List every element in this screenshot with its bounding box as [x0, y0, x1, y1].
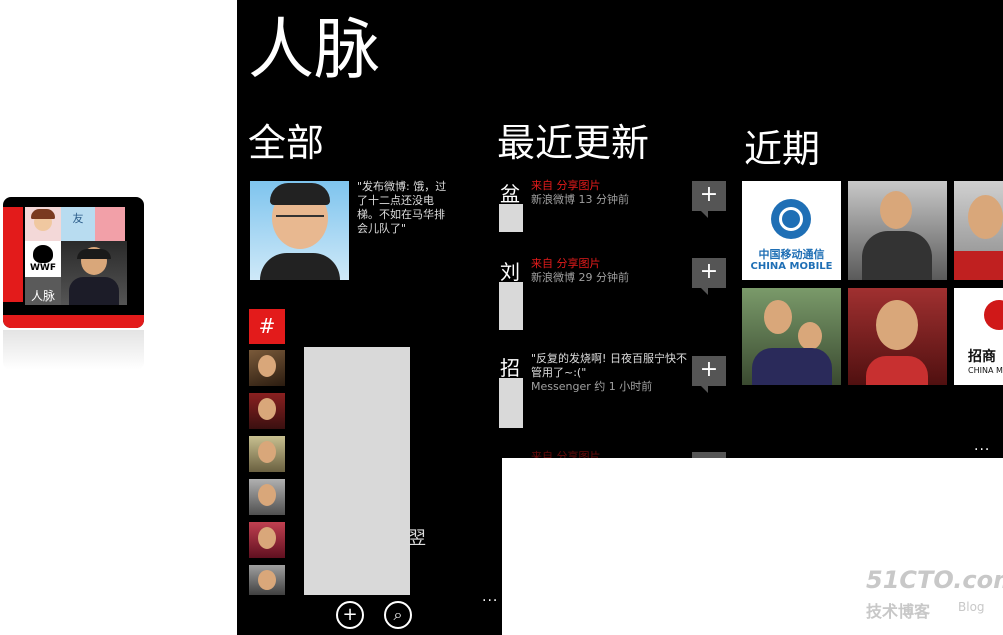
- pivot-all-heading[interactable]: 全部: [248, 112, 324, 167]
- wwf-logo: WWF: [25, 241, 61, 277]
- hub-title: 人脉: [248, 11, 380, 88]
- tile-red-bar-left: [3, 207, 23, 302]
- recent-item-photo: [499, 378, 523, 428]
- recent-item-photo: [499, 204, 523, 232]
- pivot-recent-heading[interactable]: 最近更新: [497, 112, 649, 167]
- tile-pink-avatar: [95, 207, 125, 241]
- add-contact-button[interactable]: +: [336, 601, 364, 629]
- recent-item-initial: 刘: [500, 260, 520, 284]
- watermark-sub: 技术博客: [866, 602, 931, 621]
- featured-contact-photo[interactable]: [250, 181, 349, 280]
- redacted-contact-names: [304, 347, 410, 595]
- tile-reflection: [3, 330, 144, 370]
- near-contact-photo[interactable]: [848, 181, 947, 280]
- china-mobile-logo-icon: [771, 199, 811, 239]
- featured-contact-status: "发布微博: 饿，过了十二点还没电梯。不如在马华排会儿队了": [357, 180, 447, 235]
- contact-avatar[interactable]: [249, 565, 285, 595]
- contact-avatar[interactable]: [249, 436, 285, 472]
- app-bar-more-icon[interactable]: ...: [974, 438, 990, 454]
- near-contact-photo[interactable]: [954, 181, 1003, 280]
- cmb-logo-icon: [984, 300, 1003, 330]
- pivot-near-heading[interactable]: 近期: [744, 118, 820, 173]
- tile-cartoon-avatar: [25, 207, 61, 241]
- recent-item-photo: [499, 282, 523, 330]
- watermark-blog: Blog: [958, 600, 985, 614]
- add-comment-button[interactable]: +: [692, 181, 726, 218]
- tile-label: 人脉: [31, 289, 56, 303]
- tile-main-photo: [61, 241, 127, 305]
- recent-item-initial: 盆: [500, 182, 520, 206]
- recent-item-source: 新浪微博 13 分钟前: [531, 193, 629, 206]
- contact-avatar[interactable]: [249, 350, 285, 386]
- add-comment-button[interactable]: +: [692, 356, 726, 393]
- recent-item-action-faded: 来自 分享图片: [531, 450, 601, 458]
- tile-friend-badge: 友: [61, 207, 95, 241]
- tile-red-bar-bottom: [3, 315, 144, 328]
- watermark-site: 51CTO.com: [866, 566, 1003, 594]
- app-bar-more-icon[interactable]: ...: [482, 589, 498, 605]
- recent-item-status: "反复的发烧啊! 日夜百服宁快不管用了~:(": [531, 352, 687, 379]
- contact-avatar[interactable]: [249, 522, 285, 558]
- index-letter-tile[interactable]: #: [249, 309, 285, 344]
- recent-item-source: Messenger 约 1 小时前: [531, 380, 653, 393]
- near-contact-photo[interactable]: [848, 288, 947, 385]
- add-comment-button[interactable]: +: [692, 258, 726, 295]
- recent-item-source: 新浪微博 29 分钟前: [531, 271, 629, 284]
- cmb-tile[interactable]: 招商 CHINA MERC: [954, 288, 1003, 385]
- recent-item-action: 来自 分享图片: [531, 179, 601, 192]
- china-mobile-tile[interactable]: 中国移动通信 CHINA MOBILE: [742, 181, 841, 280]
- search-button[interactable]: ⌕: [384, 601, 412, 629]
- partial-contact-name: 翌: [408, 528, 426, 549]
- recent-item-initial: 招: [500, 356, 520, 380]
- contact-avatar[interactable]: [249, 479, 285, 515]
- contact-list: [249, 350, 289, 595]
- live-tile[interactable]: 友 WWF 人脉: [3, 197, 144, 328]
- recent-item-action: 来自 分享图片: [531, 257, 601, 270]
- contact-avatar[interactable]: [249, 393, 285, 429]
- near-contact-photo[interactable]: [742, 288, 841, 385]
